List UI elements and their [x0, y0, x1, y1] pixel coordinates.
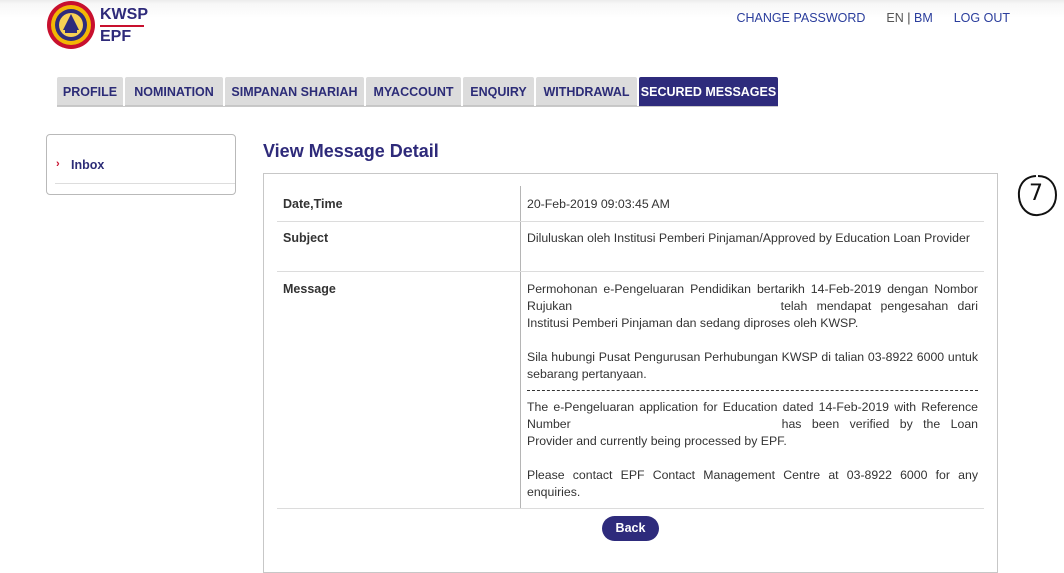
- message-en-paragraph-2: Please contact EPF Contact Management Ce…: [527, 467, 978, 501]
- kwsp-badge-icon: [47, 1, 95, 49]
- message-en-paragraph-1: The e-Pengeluaran application for Educat…: [527, 399, 978, 450]
- row-divider: [277, 508, 984, 509]
- kwsp-logo[interactable]: KWSP EPF: [46, 0, 166, 50]
- message-en-p1-end: has been verified by the Loan Provider a…: [527, 417, 979, 448]
- datetime-label: Date,Time: [283, 197, 343, 211]
- sidebar-item-inbox[interactable]: › Inbox: [55, 156, 235, 184]
- sidebar-item-label: Inbox: [71, 158, 105, 172]
- tab-withdrawal[interactable]: WITHDRAWAL: [536, 77, 637, 106]
- message-label: Message: [283, 282, 336, 296]
- sidebar: › Inbox: [46, 134, 236, 195]
- message-separator: [527, 390, 978, 391]
- logo-text: KWSP EPF: [100, 6, 148, 46]
- datetime-value: 20-Feb-2019 09:03:45 AM: [527, 197, 670, 211]
- logo-kwsp: KWSP: [100, 6, 148, 23]
- top-header: KWSP EPF CHANGE PASSWORD EN | BM LOG OUT: [0, 0, 1064, 58]
- tab-nomination[interactable]: NOMINATION: [125, 77, 223, 106]
- message-bm-paragraph-2: Sila hubungi Pusat Pengurusan Perhubunga…: [527, 349, 978, 383]
- message-bm-paragraph-1: Permohonan e-Pengeluaran Pendidikan bert…: [527, 281, 978, 332]
- message-bm-p2: Sila hubungi Pusat Pengurusan Perhubunga…: [527, 350, 978, 381]
- lang-bm-link[interactable]: BM: [914, 11, 933, 25]
- tab-profile[interactable]: PROFILE: [57, 77, 123, 106]
- row-divider: [277, 221, 984, 222]
- back-button[interactable]: Back: [602, 516, 659, 541]
- subject-value: Diluluskan oleh Institusi Pemberi Pinjam…: [527, 231, 970, 245]
- tab-enquiry[interactable]: ENQUIRY: [463, 77, 534, 106]
- page-title: View Message Detail: [263, 141, 439, 161]
- row-divider: [277, 271, 984, 272]
- handwritten-number: 7: [1029, 181, 1043, 206]
- chevron-right-icon: ›: [56, 158, 60, 170]
- message-en-p2: Please contact EPF Contact Management Ce…: [527, 468, 978, 499]
- message-detail-panel: Date,Time 20-Feb-2019 09:03:45 AM Subjec…: [263, 173, 998, 573]
- tab-secured-messages[interactable]: SECURED MESSAGES: [639, 77, 778, 106]
- message-bm-p1-end: telah mendapat pengesahan dari Institusi…: [527, 299, 978, 330]
- column-divider: [520, 186, 521, 509]
- handwritten-annotation: 7: [1016, 172, 1064, 220]
- top-links: CHANGE PASSWORD EN | BM LOG OUT: [737, 11, 1011, 25]
- change-password-link[interactable]: CHANGE PASSWORD: [737, 11, 866, 25]
- tab-simpanan-shariah[interactable]: SIMPANAN SHARIAH: [225, 77, 364, 106]
- tab-myaccount[interactable]: MYACCOUNT: [366, 77, 461, 106]
- lang-separator: |: [907, 11, 911, 25]
- tabs-divider: [57, 106, 778, 107]
- logout-link[interactable]: LOG OUT: [954, 11, 1010, 25]
- lang-en-link[interactable]: EN: [886, 11, 903, 25]
- logo-epf: EPF: [100, 28, 132, 45]
- subject-label: Subject: [283, 231, 329, 245]
